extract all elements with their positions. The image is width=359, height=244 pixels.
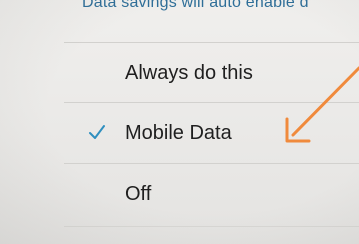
data-savings-options-screen: Data savings will auto enable d Always d… [0,0,359,244]
checkmark-icon [89,125,105,139]
option-mobile-data[interactable]: Mobile Data [64,102,359,163]
list-divider [64,226,359,227]
data-savings-hint-text: Data savings will auto enable d [82,0,309,11]
option-always-do-this[interactable]: Always do this [64,42,359,103]
option-label: Always do this [125,61,253,84]
option-off[interactable]: Off [64,163,359,224]
option-label: Mobile Data [125,121,232,144]
option-label: Off [125,182,152,205]
